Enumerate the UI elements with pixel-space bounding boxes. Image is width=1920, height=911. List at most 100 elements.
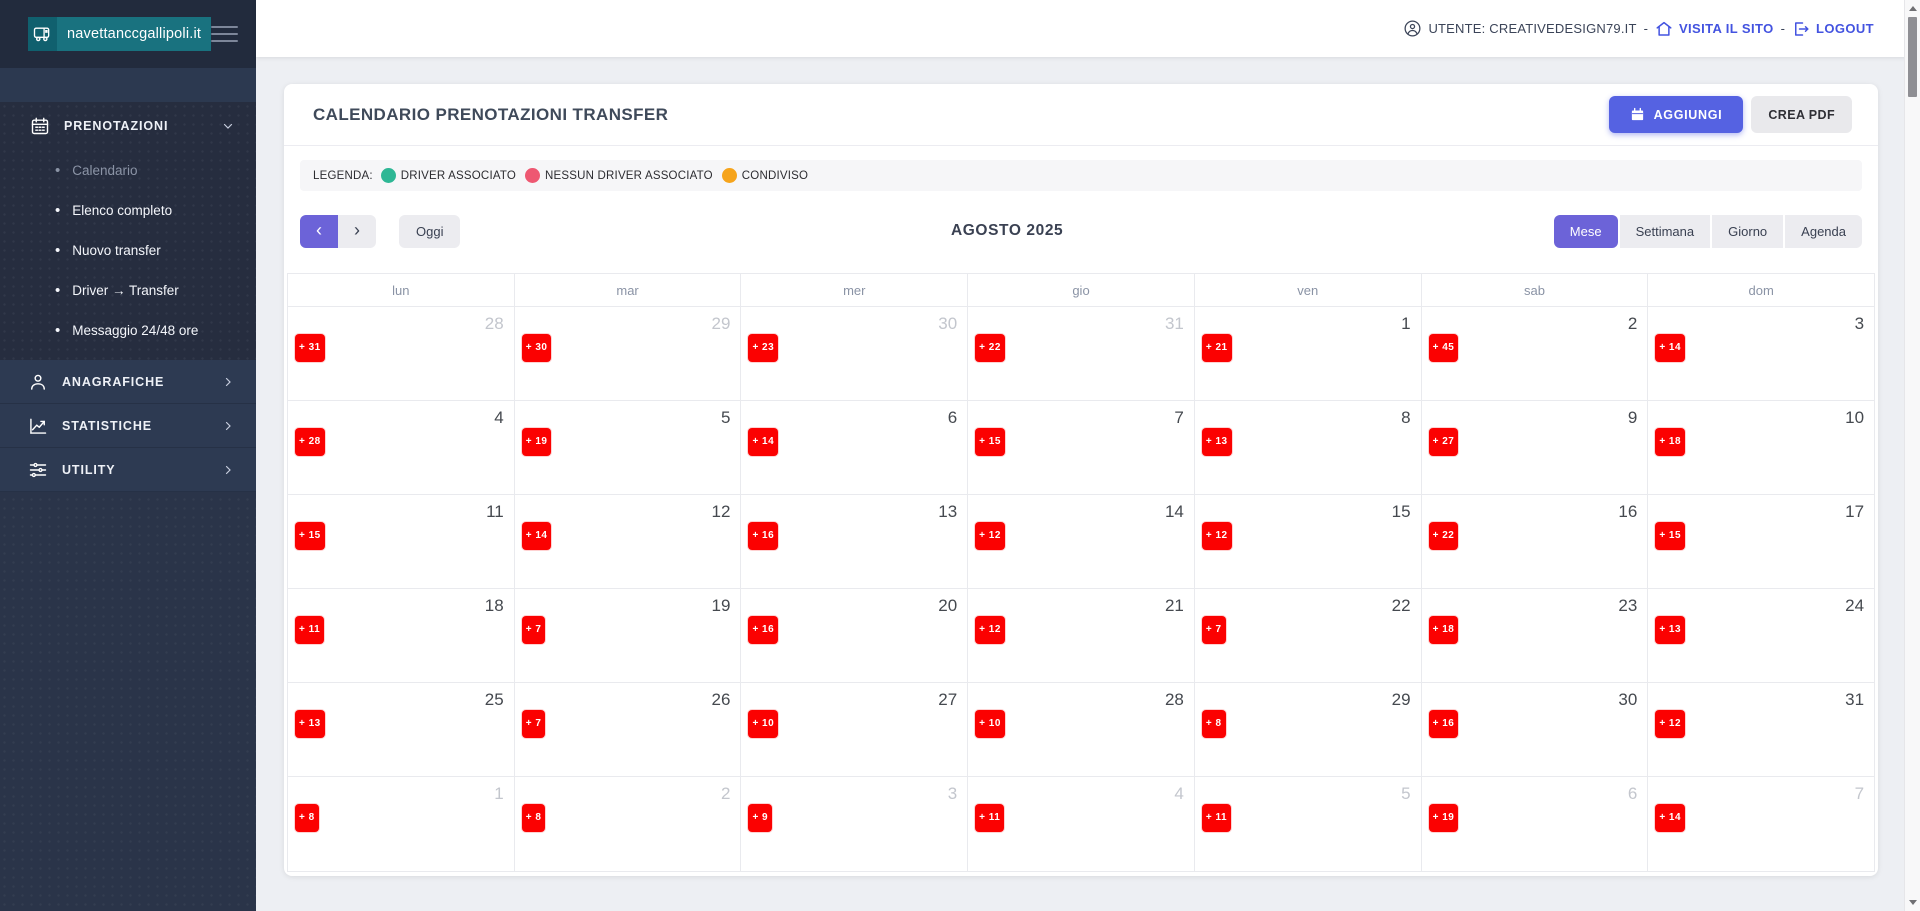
today-button[interactable]: Oggi (399, 215, 460, 248)
calendar-day-cell[interactable]: 7+ 15 (967, 401, 1194, 494)
calendar-day-cell[interactable]: 13+ 16 (740, 495, 967, 588)
visit-site-link[interactable]: VISITA IL SITO (1655, 20, 1774, 38)
scrollbar-down-arrow-icon[interactable] (1909, 900, 1917, 905)
booking-count-badge[interactable]: + 12 (975, 616, 1005, 644)
booking-count-badge[interactable]: + 10 (975, 710, 1005, 738)
calendar-day-cell[interactable]: 2+ 8 (514, 777, 741, 871)
booking-count-badge[interactable]: + 16 (748, 522, 778, 550)
calendar-day-cell[interactable]: 26+ 7 (514, 683, 741, 776)
vertical-scrollbar[interactable] (1904, 0, 1920, 911)
booking-count-badge[interactable]: + 7 (522, 616, 546, 644)
booking-count-badge[interactable]: + 14 (1655, 334, 1685, 362)
calendar-day-cell[interactable]: 30+ 23 (740, 307, 967, 400)
booking-count-badge[interactable]: + 30 (522, 334, 552, 362)
booking-count-badge[interactable]: + 14 (1655, 804, 1685, 832)
booking-count-badge[interactable]: + 18 (1429, 616, 1459, 644)
calendar-day-cell[interactable]: 14+ 12 (967, 495, 1194, 588)
sidebar-item-elenco-completo[interactable]: Elenco completo (0, 190, 256, 230)
booking-count-badge[interactable]: + 10 (748, 710, 778, 738)
booking-count-badge[interactable]: + 31 (295, 334, 325, 362)
brand-logo[interactable]: navettanccgallipoli.it (28, 17, 211, 51)
booking-count-badge[interactable]: + 19 (1429, 804, 1459, 832)
calendar-day-cell[interactable]: 20+ 16 (740, 589, 967, 682)
booking-count-badge[interactable]: + 16 (748, 616, 778, 644)
calendar-day-cell[interactable]: 5+ 11 (1194, 777, 1421, 871)
scrollbar-up-arrow-icon[interactable] (1909, 6, 1917, 11)
booking-count-badge[interactable]: + 12 (1202, 522, 1232, 550)
booking-count-badge[interactable]: + 13 (295, 710, 325, 738)
calendar-day-cell[interactable]: 31+ 12 (1647, 683, 1874, 776)
booking-count-badge[interactable]: + 8 (1202, 710, 1226, 738)
booking-count-badge[interactable]: + 13 (1655, 616, 1685, 644)
sidebar-item-nuovo-transfer[interactable]: Nuovo transfer (0, 230, 256, 270)
sidebar-item-messaggio-24-48-ore[interactable]: Messaggio 24/48 ore (0, 310, 256, 350)
calendar-day-cell[interactable]: 29+ 8 (1194, 683, 1421, 776)
booking-count-badge[interactable]: + 22 (1429, 522, 1459, 550)
booking-count-badge[interactable]: + 11 (975, 804, 1004, 832)
booking-count-badge[interactable]: + 45 (1429, 334, 1459, 362)
calendar-day-cell[interactable]: 3+ 14 (1647, 307, 1874, 400)
booking-count-badge[interactable]: + 11 (1202, 804, 1231, 832)
booking-count-badge[interactable]: + 14 (748, 428, 778, 456)
calendar-day-cell[interactable]: 17+ 15 (1647, 495, 1874, 588)
calendar-day-cell[interactable]: 1+ 21 (1194, 307, 1421, 400)
sidebar-item-utility[interactable]: UTILITY (0, 448, 256, 492)
calendar-day-cell[interactable]: 28+ 10 (967, 683, 1194, 776)
hamburger-menu-icon[interactable] (211, 26, 238, 42)
calendar-day-cell[interactable]: 5+ 19 (514, 401, 741, 494)
calendar-day-cell[interactable]: 22+ 7 (1194, 589, 1421, 682)
calendar-day-cell[interactable]: 27+ 10 (740, 683, 967, 776)
add-button[interactable]: AGGIUNGI (1609, 96, 1744, 133)
booking-count-badge[interactable]: + 12 (975, 522, 1005, 550)
view-button-mese[interactable]: Mese (1554, 215, 1618, 248)
calendar-day-cell[interactable]: 7+ 14 (1647, 777, 1874, 871)
calendar-day-cell[interactable]: 11+ 15 (288, 495, 514, 588)
calendar-day-cell[interactable]: 12+ 14 (514, 495, 741, 588)
calendar-day-cell[interactable]: 30+ 16 (1421, 683, 1648, 776)
calendar-day-cell[interactable]: 6+ 19 (1421, 777, 1648, 871)
booking-count-badge[interactable]: + 9 (748, 804, 772, 832)
booking-count-badge[interactable]: + 8 (295, 804, 319, 832)
booking-count-badge[interactable]: + 27 (1429, 428, 1459, 456)
sidebar-item-driver-transfer[interactable]: Driver → Transfer (0, 270, 256, 310)
calendar-day-cell[interactable]: 28+ 31 (288, 307, 514, 400)
booking-count-badge[interactable]: + 13 (1202, 428, 1232, 456)
calendar-day-cell[interactable]: 4+ 28 (288, 401, 514, 494)
booking-count-badge[interactable]: + 7 (522, 710, 546, 738)
calendar-day-cell[interactable]: 3+ 9 (740, 777, 967, 871)
calendar-day-cell[interactable]: 4+ 11 (967, 777, 1194, 871)
calendar-day-cell[interactable]: 23+ 18 (1421, 589, 1648, 682)
booking-count-badge[interactable]: + 23 (748, 334, 778, 362)
calendar-day-cell[interactable]: 15+ 12 (1194, 495, 1421, 588)
calendar-day-cell[interactable]: 16+ 22 (1421, 495, 1648, 588)
sidebar-item-calendario[interactable]: Calendario (0, 150, 256, 190)
calendar-day-cell[interactable]: 2+ 45 (1421, 307, 1648, 400)
calendar-day-cell[interactable]: 9+ 27 (1421, 401, 1648, 494)
booking-count-badge[interactable]: + 19 (522, 428, 552, 456)
view-button-settimana[interactable]: Settimana (1620, 215, 1711, 248)
booking-count-badge[interactable]: + 15 (295, 522, 325, 550)
calendar-day-cell[interactable]: 21+ 12 (967, 589, 1194, 682)
booking-count-badge[interactable]: + 8 (522, 804, 546, 832)
sidebar-item-prenotazioni[interactable]: PRENOTAZIONI (0, 102, 256, 150)
booking-count-badge[interactable]: + 7 (1202, 616, 1226, 644)
scrollbar-thumb[interactable] (1908, 17, 1917, 97)
calendar-day-cell[interactable]: 24+ 13 (1647, 589, 1874, 682)
calendar-day-cell[interactable]: 6+ 14 (740, 401, 967, 494)
booking-count-badge[interactable]: + 11 (295, 616, 324, 644)
next-month-button[interactable]: › (338, 215, 376, 248)
sidebar-item-anagrafiche[interactable]: ANAGRAFICHE (0, 360, 256, 404)
view-button-giorno[interactable]: Giorno (1712, 215, 1783, 248)
booking-count-badge[interactable]: + 12 (1655, 710, 1685, 738)
sidebar-item-statistiche[interactable]: STATISTICHE (0, 404, 256, 448)
calendar-day-cell[interactable]: 25+ 13 (288, 683, 514, 776)
booking-count-badge[interactable]: + 28 (295, 428, 325, 456)
view-button-agenda[interactable]: Agenda (1785, 215, 1862, 248)
prev-month-button[interactable]: ‹ (300, 215, 338, 248)
booking-count-badge[interactable]: + 18 (1655, 428, 1685, 456)
create-pdf-button[interactable]: CREA PDF (1751, 96, 1852, 133)
calendar-day-cell[interactable]: 19+ 7 (514, 589, 741, 682)
booking-count-badge[interactable]: + 21 (1202, 334, 1232, 362)
booking-count-badge[interactable]: + 22 (975, 334, 1005, 362)
calendar-day-cell[interactable]: 1+ 8 (288, 777, 514, 871)
